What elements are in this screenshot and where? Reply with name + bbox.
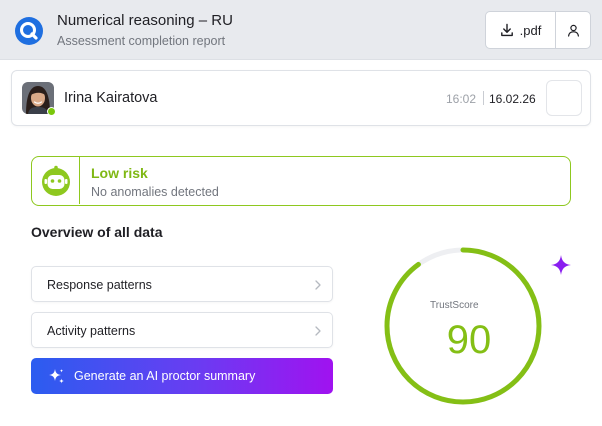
risk-banner: Low risk No anomalies detected [31, 156, 571, 206]
activity-patterns-label: Activity patterns [47, 324, 136, 338]
user-icon [567, 24, 579, 37]
completion-date: 16.02.26 [489, 92, 536, 106]
user-button[interactable] [556, 12, 590, 48]
trustscore-label: TrustScore [430, 300, 479, 311]
trustscore-value: 90 [446, 318, 492, 362]
time-date-divider [483, 91, 484, 105]
page-subtitle: Assessment completion report [57, 34, 226, 48]
sparkle-icon [551, 255, 571, 275]
generate-ai-summary-button[interactable]: Generate an AI proctor summary [31, 358, 333, 394]
risk-icon-panel [32, 157, 80, 204]
generate-ai-summary-label: Generate an AI proctor summary [74, 369, 256, 383]
candidate-card[interactable]: Irina Kairatova 16:02 16.02.26 [11, 70, 591, 126]
download-pdf-label: .pdf [519, 22, 542, 38]
header-actions: .pdf [485, 11, 591, 49]
app-logo-icon [15, 17, 43, 45]
online-status-dot [47, 107, 56, 116]
header-bar: Numerical reasoning – RU Assessment comp… [0, 0, 602, 60]
chevron-right-icon [315, 280, 321, 290]
overview-heading: Overview of all data [31, 224, 163, 240]
download-pdf-button[interactable]: .pdf [486, 12, 556, 48]
risk-description: No anomalies detected [91, 185, 219, 199]
risk-level: Low risk [91, 165, 148, 181]
completion-time: 16:02 [446, 92, 477, 106]
response-patterns-item[interactable]: Response patterns [31, 266, 333, 302]
chevron-right-icon [315, 326, 321, 336]
activity-patterns-item[interactable]: Activity patterns [31, 312, 333, 348]
robot-icon [41, 165, 70, 196]
download-icon [500, 23, 513, 37]
sparkle-icon [49, 369, 64, 384]
report-screen: Numerical reasoning – RU Assessment comp… [0, 0, 602, 426]
candidate-action-button[interactable] [546, 80, 582, 116]
candidate-name: Irina Kairatova [64, 90, 158, 106]
page-title: Numerical reasoning – RU [57, 12, 233, 29]
response-patterns-label: Response patterns [47, 278, 152, 292]
